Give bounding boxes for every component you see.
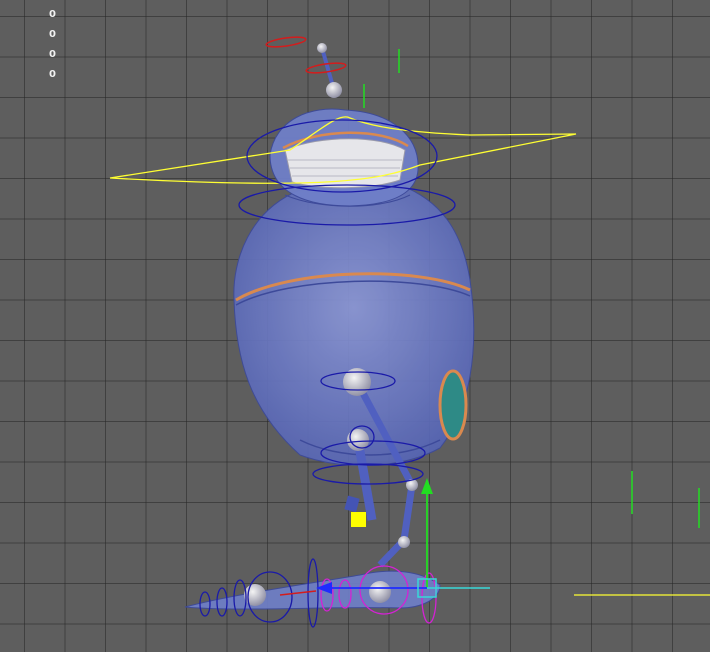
side-hatch-mesh[interactable]	[438, 369, 468, 441]
antenna-rig[interactable]	[265, 35, 347, 98]
foot-mesh[interactable]	[184, 570, 441, 610]
robot-body-mesh[interactable]	[233, 178, 475, 466]
scene-render	[109, 35, 710, 628]
locator-icon[interactable]	[351, 512, 366, 527]
